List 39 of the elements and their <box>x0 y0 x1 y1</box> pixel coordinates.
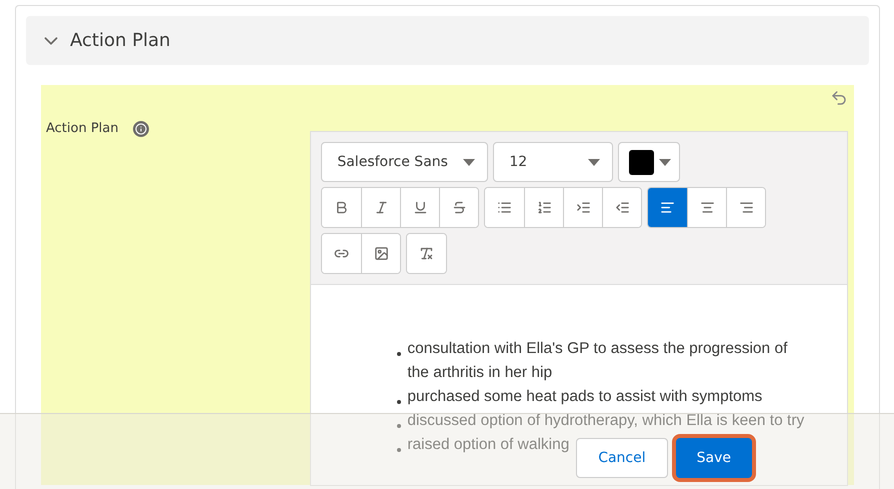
align-left-icon <box>660 200 676 215</box>
outdent-icon <box>614 200 630 215</box>
toolbar-button[interactable] <box>602 188 642 227</box>
caret-icon <box>463 158 476 166</box>
underline-icon <box>412 200 428 215</box>
bold-icon <box>334 200 350 215</box>
field-label: Action Plan <box>46 121 119 136</box>
indent-icon <box>576 200 591 215</box>
italic-icon <box>374 200 389 215</box>
font-select[interactable]: Salesforce Sans <box>321 142 488 182</box>
bullet-icon <box>397 400 402 404</box>
toolbar-button[interactable] <box>726 188 766 227</box>
caret-icon <box>588 158 600 166</box>
toolbar-button[interactable] <box>439 188 478 227</box>
color-picker[interactable] <box>618 142 680 182</box>
cancel-button[interactable]: Cancel <box>576 438 668 478</box>
align-right-icon <box>738 200 754 215</box>
clear-formatting-icon <box>419 246 434 261</box>
section-title: Action Plan <box>70 30 170 51</box>
rich-text-editor[interactable] <box>310 131 848 486</box>
size-select[interactable]: 12 <box>493 142 614 182</box>
bullet-icon <box>397 424 402 428</box>
color-swatch <box>629 150 654 174</box>
strikethrough-icon <box>452 200 467 215</box>
info-icon[interactable] <box>132 121 149 137</box>
list-item: discussed option of hydrotherapy, which Ella is keen to try <box>407 411 804 431</box>
bullet-icon <box>397 352 402 356</box>
list-item: raised option of walking <box>407 435 570 455</box>
numbered-list-icon <box>536 200 552 215</box>
undo-icon[interactable] <box>830 89 848 107</box>
toolbar-button[interactable] <box>648 188 688 227</box>
align-center-icon <box>700 200 715 215</box>
caret-icon <box>659 158 672 166</box>
bulleted-list-icon <box>497 200 512 215</box>
section-header[interactable]: Action Plan <box>26 16 869 65</box>
image-icon <box>374 246 389 261</box>
list-item: purchased some heat pads to assist with symptoms <box>407 387 762 407</box>
toolbar-button[interactable] <box>361 234 400 273</box>
bullet-icon <box>397 448 402 452</box>
